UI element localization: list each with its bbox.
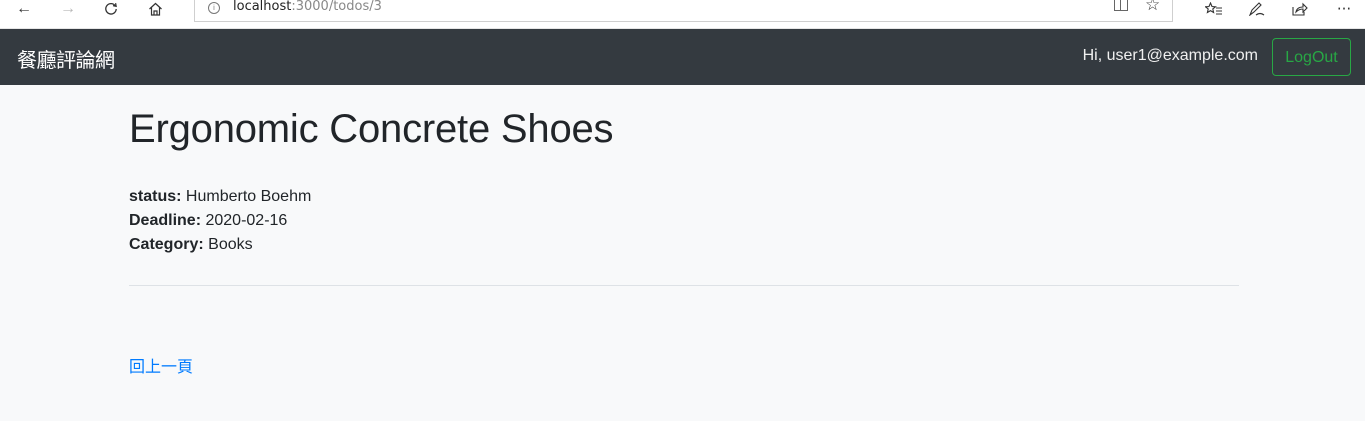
browser-toolbar: ← → i localhost:3000/todos/3 ☆ ··· — [0, 0, 1365, 29]
more-icon[interactable]: ··· — [1330, 0, 1358, 18]
logout-button[interactable]: LogOut — [1272, 38, 1351, 76]
url-path: :3000/todos/3 — [291, 0, 382, 14]
navbar: 餐廳評論網 Hi, user1@example.com LogOut — [0, 29, 1365, 85]
todo-details: status: Humberto Boehm Deadline: 2020-02… — [129, 185, 311, 257]
home-icon[interactable] — [140, 0, 170, 18]
favorites-list-icon[interactable] — [1200, 0, 1228, 18]
detail-deadline: Deadline: 2020-02-16 — [129, 209, 311, 233]
detail-label: status: — [129, 188, 182, 205]
address-bar[interactable]: i localhost:3000/todos/3 ☆ — [194, 0, 1173, 22]
url-host: localhost — [233, 0, 292, 14]
share-icon[interactable] — [1286, 0, 1314, 18]
detail-status: status: Humberto Boehm — [129, 185, 311, 209]
arrow-right-icon[interactable]: → — [53, 0, 83, 18]
refresh-icon[interactable] — [96, 0, 126, 18]
detail-category: Category: Books — [129, 233, 311, 257]
window-bottom-edge — [0, 421, 1365, 440]
detail-label: Category: — [129, 236, 204, 253]
star-icon[interactable]: ☆ — [1145, 0, 1160, 15]
back-link[interactable]: 回上一頁 — [129, 353, 193, 377]
user-greeting: Hi, user1@example.com — [1082, 47, 1258, 64]
arrow-left-icon[interactable]: ← — [9, 0, 39, 18]
detail-label: Deadline: — [129, 212, 202, 229]
detail-value: Books — [208, 236, 253, 253]
url-text: localhost:3000/todos/3 — [233, 0, 382, 14]
detail-value: Humberto Boehm — [185, 188, 312, 205]
brand[interactable]: 餐廳評論網 — [17, 44, 115, 73]
divider — [129, 285, 1239, 286]
page-title: Ergonomic Concrete Shoes — [129, 107, 614, 151]
pen-icon[interactable] — [1243, 0, 1271, 18]
reading-view-icon[interactable] — [1114, 0, 1128, 11]
main-content: Ergonomic Concrete Shoes status: Humbert… — [0, 85, 1365, 421]
info-icon[interactable]: i — [208, 2, 220, 14]
detail-value: 2020-02-16 — [205, 212, 288, 229]
